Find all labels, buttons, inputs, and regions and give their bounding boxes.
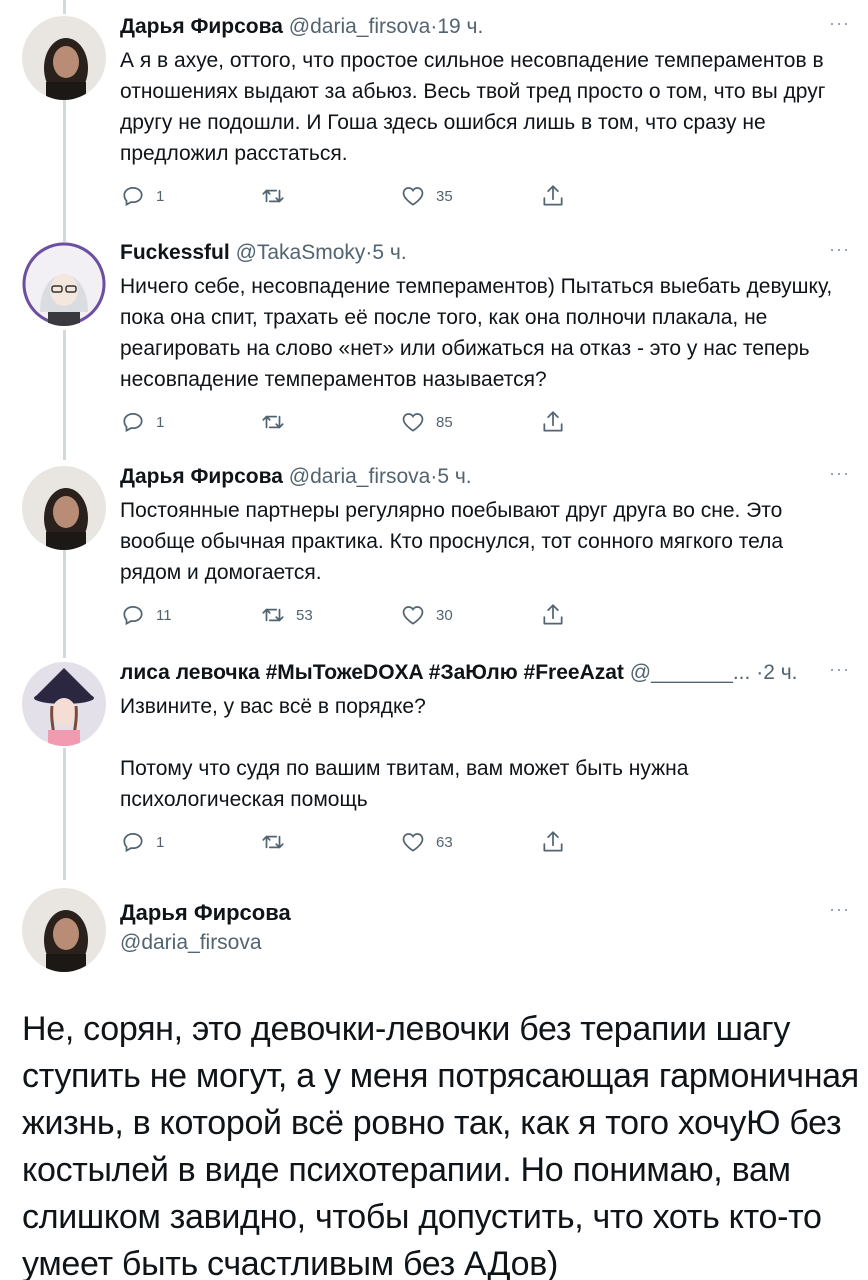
retweet-icon (262, 608, 284, 622)
retweet-icon (262, 835, 284, 849)
avatar[interactable] (22, 16, 106, 100)
reply-count: 1 (156, 413, 165, 431)
timestamp[interactable]: 5 ч. (372, 241, 406, 264)
reply-button[interactable]: 1 (120, 829, 164, 855)
more-icon[interactable]: ··· (829, 12, 850, 34)
more-icon[interactable]: ··· (829, 898, 850, 920)
retweet-icon (262, 189, 284, 203)
retweet-button[interactable] (260, 183, 296, 209)
heart-icon (402, 833, 424, 852)
tweet-header: Дарья Фирсова @daria_firsova·19 ч. ··· (120, 12, 850, 42)
like-button[interactable]: 35 (400, 183, 453, 209)
share-button[interactable] (540, 183, 566, 209)
avatar[interactable] (22, 888, 106, 972)
like-count: 35 (436, 187, 453, 205)
tweet-actions: 1 35 (120, 183, 850, 213)
more-icon[interactable]: ··· (829, 658, 850, 680)
author-handle[interactable]: @daria_firsova (289, 465, 431, 488)
reply-button[interactable]: 1 (120, 183, 164, 209)
thread-line (63, 100, 66, 242)
reply-icon (123, 833, 143, 853)
main-tweet-text: Не, сорян, это девочки-левочки без терап… (22, 1010, 859, 1280)
retweet-button[interactable] (260, 409, 296, 435)
author-handle[interactable]: @_______... (630, 661, 751, 684)
author-handle[interactable]: @daria_firsova (120, 928, 850, 958)
timestamp[interactable]: 2 ч. (763, 661, 797, 684)
like-count: 63 (436, 833, 453, 851)
author-handle[interactable]: @TakaSmoky (236, 241, 366, 264)
timestamp[interactable]: 19 ч. (437, 15, 483, 38)
author-name[interactable]: Дарья Фирсова (120, 898, 850, 928)
thread-line (63, 748, 66, 880)
share-icon (543, 411, 563, 432)
share-icon (543, 185, 563, 206)
reply-count: 1 (156, 833, 165, 851)
retweet-button[interactable]: 53 (260, 602, 313, 628)
tweet-text: Ничего себе, несовпадение темпераментов)… (120, 275, 839, 391)
tweet-text: А я в ахуе, оттого, что простое сильное … (120, 49, 832, 165)
share-button[interactable] (540, 829, 566, 855)
share-icon (543, 604, 563, 625)
heart-icon (402, 413, 424, 432)
reply-button[interactable]: 1 (120, 409, 164, 435)
thread-line (63, 548, 66, 658)
retweet-icon (262, 415, 284, 429)
reply-icon (123, 413, 143, 433)
heart-icon (402, 187, 424, 206)
like-button[interactable]: 63 (400, 829, 453, 855)
like-button[interactable]: 85 (400, 409, 453, 435)
tweet-text: Постоянные партнеры регулярно поебывают … (120, 499, 789, 584)
thread-line (63, 330, 66, 460)
tweet-header: лиса левочка #МыТожеDOXA #ЗаЮлю #FreeAza… (120, 658, 850, 688)
share-button[interactable] (540, 409, 566, 435)
like-count: 30 (436, 606, 453, 624)
retweet-count: 53 (296, 606, 313, 624)
tweet-text: Извините, у вас всё в порядке? Потому чт… (120, 695, 689, 811)
reply-icon (123, 606, 143, 626)
tweet-header: Дарья Фирсова @daria_firsova·5 ч. ··· (120, 462, 850, 492)
author-name[interactable]: Дарья Фирсова (120, 465, 283, 488)
tweet-actions: 1 63 (120, 829, 850, 859)
like-button[interactable]: 30 (400, 602, 453, 628)
avatar[interactable] (22, 466, 106, 550)
author-name[interactable]: лиса левочка #МыТожеDOXA #ЗаЮлю #FreeAza… (120, 661, 624, 684)
tweet-actions: 11 53 30 (120, 602, 850, 632)
avatar[interactable] (22, 242, 106, 326)
retweet-button[interactable] (260, 829, 296, 855)
thread-line (63, 0, 66, 14)
author-name[interactable]: Fuckessful (120, 241, 230, 264)
heart-icon (402, 606, 424, 625)
more-icon[interactable]: ··· (829, 462, 850, 484)
share-icon (543, 831, 563, 852)
share-button[interactable] (540, 602, 566, 628)
like-count: 85 (436, 413, 453, 431)
author-name[interactable]: Дарья Фирсова (120, 15, 283, 38)
reply-count: 11 (156, 606, 172, 624)
author-handle[interactable]: @daria_firsova (289, 15, 431, 38)
avatar[interactable] (22, 662, 106, 746)
tweet-actions: 1 85 (120, 409, 850, 439)
reply-button[interactable]: 11 (120, 602, 172, 628)
reply-icon (123, 187, 143, 207)
more-icon[interactable]: ··· (829, 238, 850, 260)
tweet-header: Fuckessful @TakaSmoky·5 ч. ··· (120, 238, 850, 268)
timestamp[interactable]: 5 ч. (437, 465, 471, 488)
reply-count: 1 (156, 187, 165, 205)
